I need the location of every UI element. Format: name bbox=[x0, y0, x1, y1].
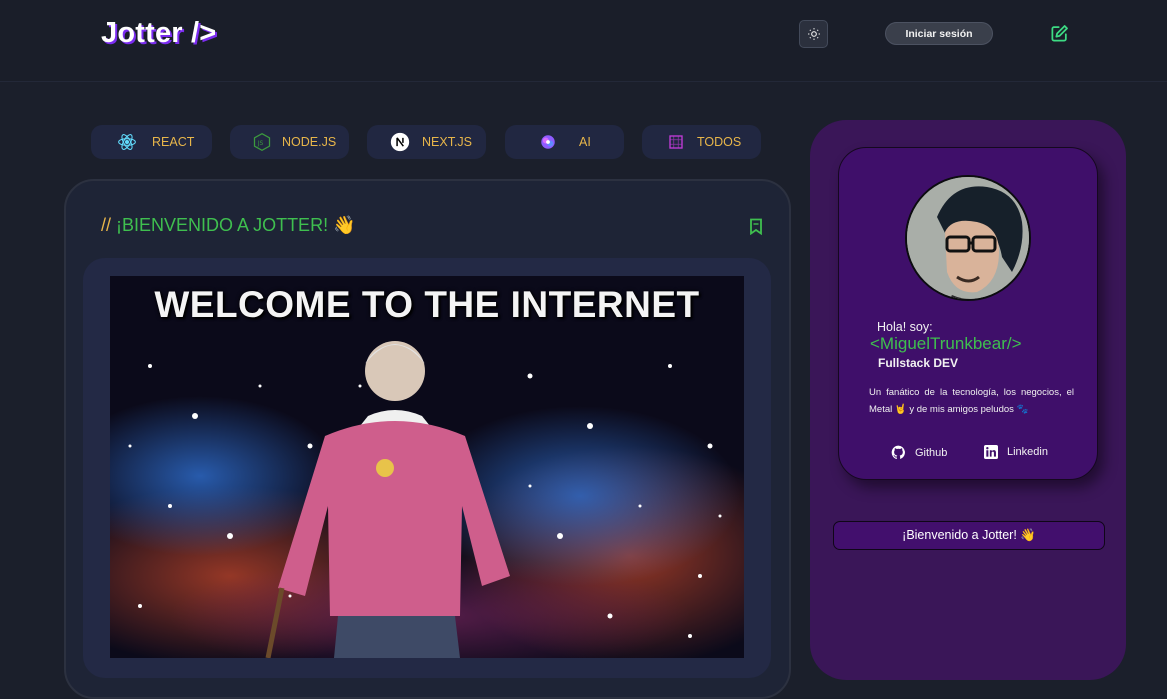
nextjs-icon bbox=[389, 131, 411, 153]
category-label: TODOS bbox=[697, 135, 742, 149]
post-title[interactable]: // ¡BIENVENIDO A JOTTER! 👋 bbox=[101, 215, 355, 236]
welcome-button[interactable]: ¡Bienvenido a Jotter! 👋 bbox=[833, 521, 1105, 550]
profile-bio: Un fanático de la tecnología, los negoci… bbox=[869, 387, 1074, 415]
post-title-text: ¡BIENVENIDO A JOTTER! 👋 bbox=[116, 215, 356, 235]
category-label: AI bbox=[579, 135, 591, 149]
login-button[interactable]: Iniciar sesión bbox=[885, 22, 993, 45]
top-navbar: Jotter /> Iniciar sesión bbox=[0, 0, 1167, 82]
category-label: NODE.JS bbox=[282, 135, 337, 149]
bookmark-icon[interactable] bbox=[749, 218, 763, 235]
github-link[interactable]: Github bbox=[891, 445, 947, 460]
post-title-prefix: // bbox=[101, 215, 112, 235]
profile-role: Fullstack DEV bbox=[878, 356, 959, 370]
category-todos[interactable]: TODOS bbox=[642, 125, 761, 159]
grid-icon bbox=[665, 131, 687, 153]
logo[interactable]: Jotter /> bbox=[101, 17, 216, 50]
svg-text:JS: JS bbox=[257, 141, 264, 147]
profile-greeting: Hola! soy: bbox=[877, 320, 933, 334]
theme-toggle-button[interactable] bbox=[799, 20, 828, 48]
category-ai[interactable]: AI bbox=[505, 125, 624, 159]
github-icon bbox=[891, 445, 905, 460]
linkedin-link[interactable]: Linkedin bbox=[984, 445, 1048, 459]
github-label: Github bbox=[915, 446, 948, 459]
react-icon bbox=[116, 131, 138, 153]
linkedin-icon bbox=[984, 445, 998, 459]
category-label: REACT bbox=[152, 135, 195, 149]
category-nodejs[interactable]: JS NODE.JS bbox=[230, 125, 349, 159]
category-label: NEXT.JS bbox=[422, 135, 473, 149]
post-image[interactable]: WELCOME TO THE INTERNET bbox=[110, 276, 744, 658]
space-background-illustration bbox=[110, 276, 744, 658]
avatar bbox=[905, 175, 1031, 301]
category-react[interactable]: REACT bbox=[91, 125, 212, 159]
meme-caption: WELCOME TO THE INTERNET bbox=[154, 284, 700, 325]
profile-name: <MiguelTrunkbear/> bbox=[870, 334, 1022, 353]
category-nextjs[interactable]: NEXT.JS bbox=[367, 125, 486, 159]
edit-note-icon bbox=[1051, 25, 1068, 42]
linkedin-label: Linkedin bbox=[1007, 446, 1048, 458]
new-post-button[interactable] bbox=[1049, 23, 1069, 44]
ai-icon bbox=[537, 131, 559, 153]
sun-icon bbox=[807, 28, 820, 40]
avatar-illustration bbox=[907, 177, 1029, 299]
nodejs-icon: JS bbox=[251, 131, 273, 153]
